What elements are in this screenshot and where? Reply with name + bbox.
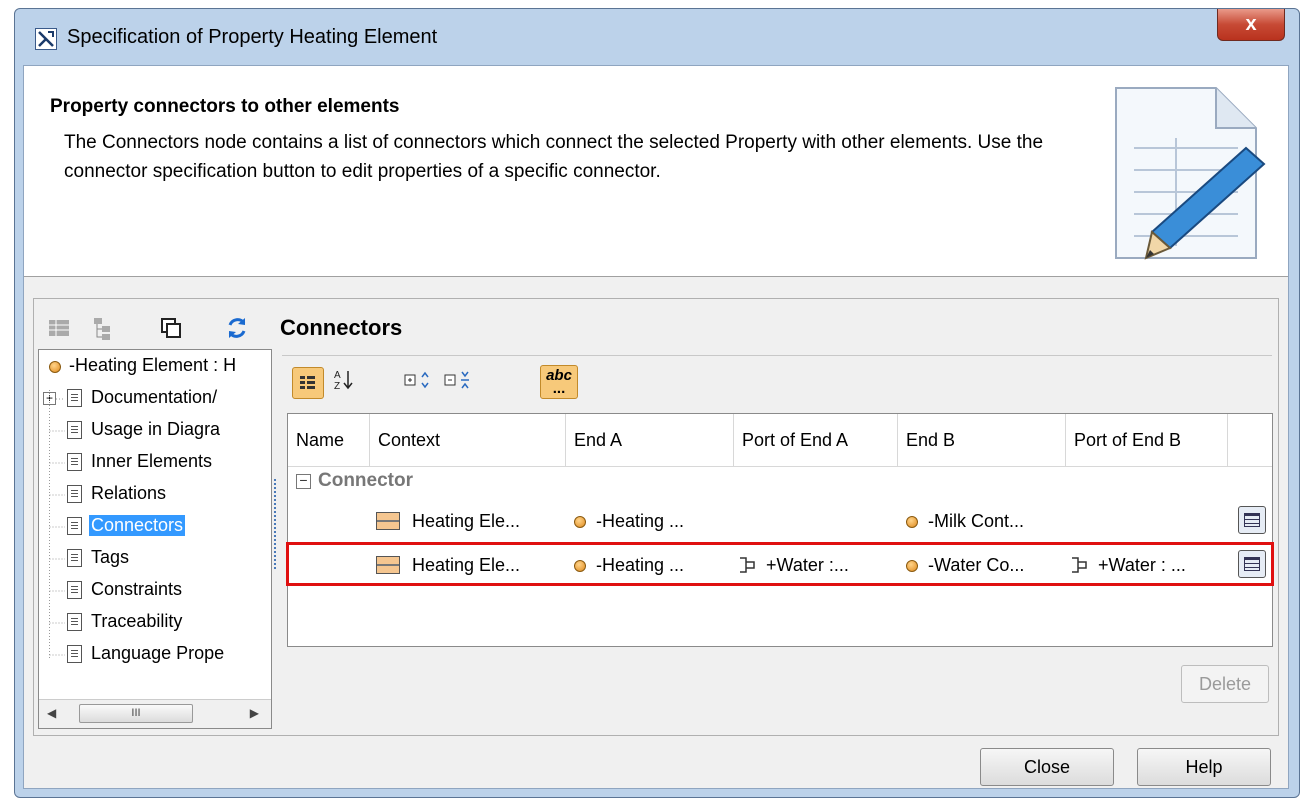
help-button[interactable]: Help bbox=[1137, 748, 1271, 786]
cell-port-of-end-b: +Water : ... bbox=[1098, 555, 1186, 575]
expand-all-icon[interactable] bbox=[402, 365, 432, 395]
collapse-all-icon[interactable] bbox=[442, 365, 472, 395]
cell-context: Heating Ele... bbox=[412, 511, 521, 531]
property-icon bbox=[574, 560, 586, 572]
delete-button[interactable]: Delete bbox=[1181, 665, 1269, 703]
abc-dots: ... bbox=[552, 380, 566, 397]
header-title: Property connectors to other elements bbox=[50, 96, 400, 117]
description-header: Property connectors to other elements Th… bbox=[24, 66, 1288, 277]
svg-text:A: A bbox=[334, 370, 341, 381]
group-icon bbox=[300, 376, 315, 389]
refresh-icon[interactable] bbox=[224, 315, 250, 341]
group-row-connector[interactable]: − Connector bbox=[288, 466, 1272, 498]
navigation-tree: -Heating Element : H + Documentation/ Us… bbox=[38, 349, 272, 729]
cell-end-b: -Milk Cont... bbox=[928, 511, 1025, 531]
cell-end-a: -Heating ... bbox=[596, 511, 685, 531]
connector-specification-button[interactable] bbox=[1238, 550, 1266, 578]
column-header-end-a[interactable]: End A bbox=[566, 414, 734, 466]
tree-view-icon[interactable] bbox=[90, 315, 116, 341]
connectors-table: Name Context End A Port of End A End B P… bbox=[286, 413, 1274, 647]
cell-port-of-end-b bbox=[1066, 500, 1226, 542]
table-row[interactable]: Heating Ele... -Heating ... +Water :... … bbox=[288, 544, 1272, 586]
group-by-button[interactable] bbox=[292, 367, 324, 399]
cell-context: Heating Ele... bbox=[412, 555, 521, 575]
table-row[interactable]: Heating Ele... -Heating ... -Milk Cont..… bbox=[288, 500, 1272, 542]
dialog-content: Property connectors to other elements Th… bbox=[23, 65, 1289, 789]
close-button[interactable]: Close bbox=[980, 748, 1114, 786]
header-description: The Connectors node contains a list of c… bbox=[64, 132, 1044, 182]
property-icon bbox=[574, 516, 586, 528]
port-icon bbox=[740, 557, 755, 573]
show-full-names-button[interactable]: abc ... bbox=[540, 365, 578, 399]
sort-alphabetically-icon[interactable]: AZ bbox=[330, 365, 360, 395]
cell-end-b: -Water Co... bbox=[928, 555, 1025, 575]
table-view-icon[interactable] bbox=[46, 315, 72, 341]
cell-name bbox=[288, 500, 370, 542]
connectors-editor: AZ abc ... Name Context End A Port of En… bbox=[282, 355, 1274, 731]
connector-specification-button[interactable] bbox=[1238, 506, 1266, 534]
column-header-end-b[interactable]: End B bbox=[898, 414, 1066, 466]
cell-port-of-end-a bbox=[734, 500, 896, 542]
group-label: Connector bbox=[318, 470, 413, 491]
table-header: Name Context End A Port of End A End B P… bbox=[288, 414, 1272, 467]
window-title: Specification of Property Heating Elemen… bbox=[67, 26, 438, 48]
section-title: Connectors bbox=[280, 315, 403, 340]
scroll-right-icon[interactable]: ▶ bbox=[250, 706, 259, 720]
cell-port-of-end-a: +Water :... bbox=[766, 555, 849, 575]
copy-icon[interactable] bbox=[158, 315, 184, 341]
window-close-button[interactable]: x bbox=[1217, 9, 1285, 41]
column-header-port-of-end-a[interactable]: Port of End A bbox=[734, 414, 898, 466]
svg-text:Z: Z bbox=[334, 381, 340, 392]
specification-panel: Connectors -Heating Element : H + Docume… bbox=[33, 298, 1279, 736]
specification-dialog: Specification of Property Heating Elemen… bbox=[14, 8, 1300, 798]
splitter-handle[interactable] bbox=[274, 479, 279, 569]
port-icon bbox=[1072, 557, 1087, 573]
scroll-left-icon[interactable]: ◀ bbox=[47, 706, 56, 720]
app-icon bbox=[35, 28, 57, 50]
document-edit-icon bbox=[1115, 87, 1266, 260]
property-icon bbox=[906, 516, 918, 528]
title-bar: Specification of Property Heating Elemen… bbox=[15, 9, 1299, 65]
property-icon bbox=[906, 560, 918, 572]
column-header-port-of-end-b[interactable]: Port of End B bbox=[1066, 414, 1228, 466]
horizontal-scrollbar[interactable]: ◀ III ▶ bbox=[39, 699, 271, 728]
column-header-context[interactable]: Context bbox=[370, 414, 566, 466]
cell-end-a: -Heating ... bbox=[596, 555, 685, 575]
tree-connector-lines bbox=[49, 390, 65, 658]
collapse-group-icon[interactable]: − bbox=[296, 473, 311, 489]
block-icon bbox=[376, 512, 400, 530]
scroll-thumb[interactable]: III bbox=[79, 704, 193, 723]
cell-name bbox=[288, 544, 370, 586]
block-icon bbox=[376, 556, 400, 574]
column-header-name[interactable]: Name bbox=[288, 414, 370, 466]
